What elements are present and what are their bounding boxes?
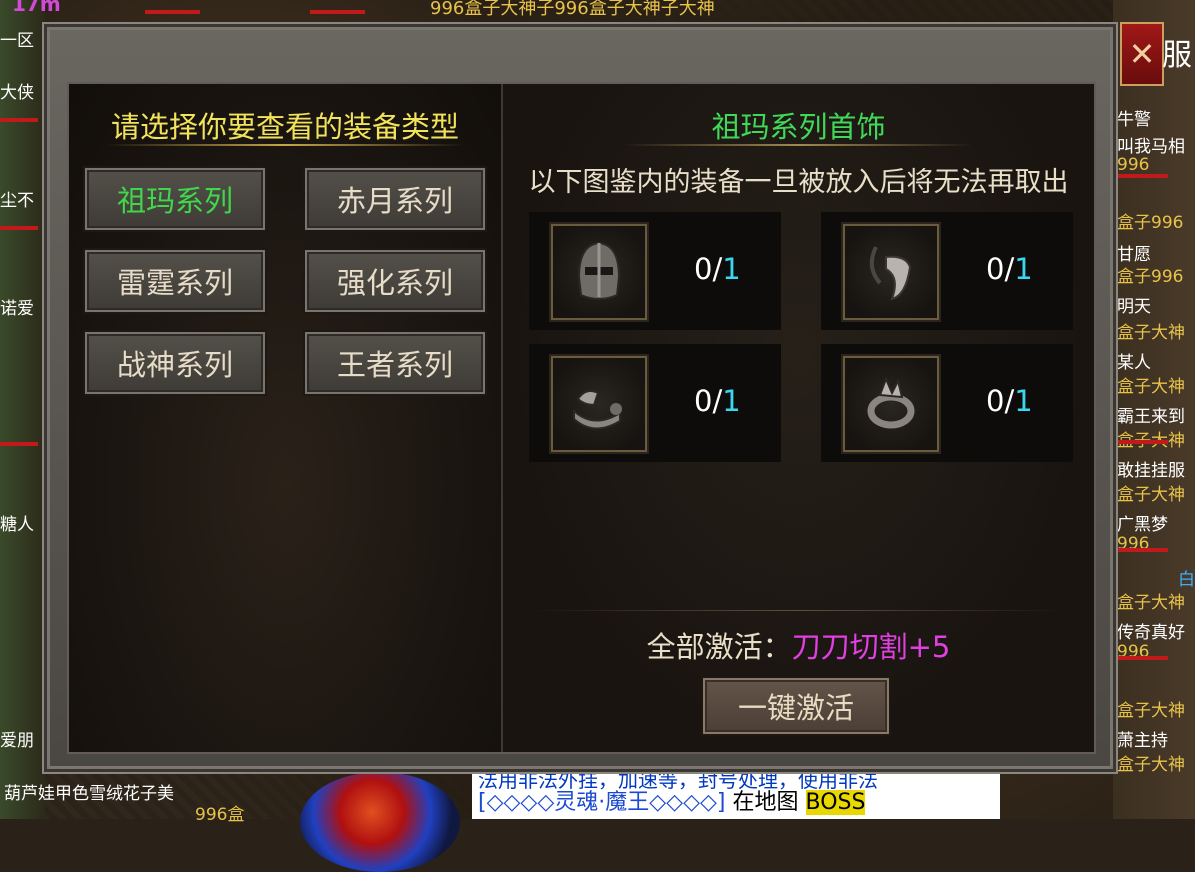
equipment-collection-panel: 请选择你要查看的装备类型 祖玛系列 赤月系列 雷霆系列 强化系列 战神系列 王者…: [42, 22, 1118, 774]
right-name: 某人: [1117, 353, 1151, 373]
equipment-slot[interactable]: 0/1: [529, 212, 781, 330]
helmet-icon[interactable]: [551, 224, 647, 320]
right-name: 盒子大神: [1117, 701, 1185, 721]
right-name: 叫我马相: [1117, 137, 1185, 157]
left-scene-strip: [0, 0, 45, 819]
right-name: 传奇真好: [1117, 623, 1185, 643]
top-banner-text: 996盒子大神子996盒子大神子大神: [430, 0, 715, 19]
bottom-left-tag: 996盒: [195, 805, 245, 825]
category-zuma-button[interactable]: 祖玛系列: [83, 166, 267, 232]
right-name: 盒子大神: [1117, 485, 1185, 505]
slot-count: 0/1: [986, 384, 1033, 418]
collection-pane: 祖玛系列首饰 以下图鉴内的装备一旦被放入后将无法再取出 0/1 0/1 0/1: [503, 84, 1094, 752]
hp-bar: [0, 118, 38, 122]
hp-bar: [1118, 174, 1168, 178]
left-name: 大侠: [0, 83, 34, 103]
necklace-icon[interactable]: [843, 224, 939, 320]
category-title: 请选择你要查看的装备类型: [110, 110, 459, 144]
right-name: 盒子大神: [1117, 755, 1185, 775]
category-wangzhe-button[interactable]: 王者系列: [303, 330, 487, 396]
left-name: 糖人: [0, 515, 34, 535]
left-name: 一区: [0, 31, 34, 51]
right-name: 盒子996: [1117, 213, 1184, 233]
category-leiting-button[interactable]: 雷霆系列: [83, 248, 267, 314]
top-left-label: 17m: [12, 0, 61, 16]
chat-text: 在地图: [732, 790, 799, 815]
warning-note: 以下图鉴内的装备一旦被放入后将无法再取出: [528, 167, 1069, 198]
left-name: 诺爱: [0, 299, 34, 319]
category-zhanshen-button[interactable]: 战神系列: [83, 330, 267, 396]
slot-count: 0/1: [694, 384, 741, 418]
equipment-slot[interactable]: 0/1: [821, 212, 1073, 330]
right-name: 996: [1117, 155, 1150, 175]
category-pane: 请选择你要查看的装备类型 祖玛系列 赤月系列 雷霆系列 强化系列 战神系列 王者…: [69, 84, 503, 752]
chat-line: [◇◇◇◇灵魂·魔王◇◇◇◇] 在地图 BOSS: [478, 784, 866, 816]
right-name: 霸王来到: [1117, 407, 1185, 427]
right-name: 盒子996: [1117, 267, 1184, 287]
bracelet-icon[interactable]: [551, 356, 647, 452]
series-title: 祖玛系列首饰: [711, 110, 886, 144]
hp-bar: [1118, 440, 1168, 444]
title-divider: [623, 144, 973, 146]
hp-bar: [1118, 656, 1168, 660]
category-qianghua-button[interactable]: 强化系列: [303, 248, 487, 314]
chat-box: 法用非法外挂，加速等，封号处理，使用非法 [◇◇◇◇灵魂·魔王◇◇◇◇] 在地图…: [472, 768, 1000, 819]
right-name: 盒子大神: [1117, 426, 1185, 451]
slot-count: 0/1: [986, 252, 1033, 286]
all-activate-value: 刀刀切割+5: [791, 630, 951, 664]
close-button[interactable]: ✕: [1120, 22, 1164, 86]
bottom-left-name: 葫芦娃甲色雪绒花子美: [4, 784, 174, 804]
all-activate-bonus: 全部激活：刀刀切割+5: [503, 624, 1094, 666]
left-name: 爱朋: [0, 731, 34, 751]
right-name: 盒子大神: [1117, 377, 1185, 397]
right-edge-label: 服: [1162, 38, 1192, 73]
equipment-slot[interactable]: 0/1: [821, 344, 1073, 462]
hp-bar: [0, 226, 38, 230]
one-click-activate-button[interactable]: 一键激活: [701, 676, 891, 736]
right-name: 敢挂挂服: [1117, 461, 1185, 481]
right-name: 广黑梦: [1117, 515, 1168, 535]
right-name: 盒子大神: [1117, 323, 1185, 343]
right-name: 明天: [1117, 297, 1151, 317]
chat-boss-tag: BOSS: [805, 790, 866, 815]
chat-boss-name: [◇◇◇◇灵魂·魔王◇◇◇◇]: [478, 790, 726, 815]
right-name: 盒子大神: [1117, 593, 1185, 613]
close-icon: ✕: [1128, 35, 1156, 73]
right-name: 牛警: [1117, 110, 1151, 130]
right-name: 萧主持: [1117, 731, 1168, 751]
hp-bar: [310, 10, 365, 14]
ring-icon[interactable]: [843, 356, 939, 452]
all-activate-label: 全部激活：: [646, 630, 792, 664]
panel-content: 请选择你要查看的装备类型 祖玛系列 赤月系列 雷霆系列 强化系列 战神系列 王者…: [67, 82, 1096, 754]
hp-bar: [145, 10, 200, 14]
category-chiyue-button[interactable]: 赤月系列: [303, 166, 487, 232]
hp-bar: [0, 442, 38, 446]
hp-bar: [1118, 548, 1168, 552]
title-divider: [105, 144, 465, 146]
slot-count: 0/1: [694, 252, 741, 286]
equipment-slot[interactable]: 0/1: [529, 344, 781, 462]
section-divider: [529, 610, 1069, 611]
hp-mp-orb: [300, 772, 460, 872]
right-name: 白: [1178, 570, 1195, 590]
left-name: 尘不: [0, 191, 34, 211]
